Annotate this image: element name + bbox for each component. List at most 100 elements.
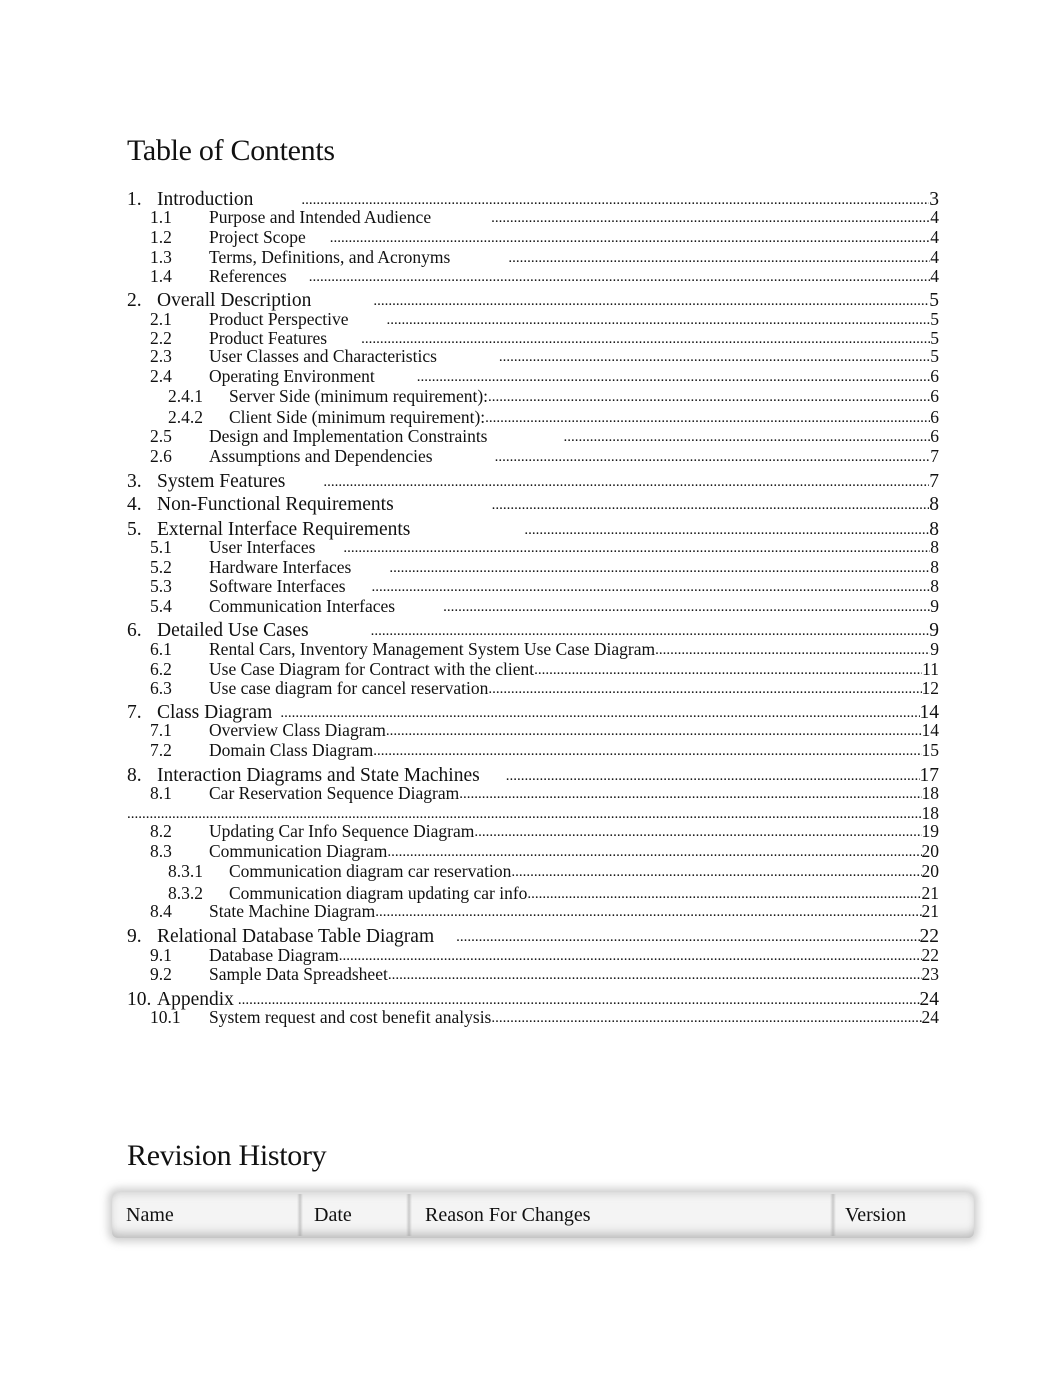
toc-entry[interactable]: 2.4.1 Server Side (minimum requirement): 6 [127,388,939,406]
toc-entry[interactable]: 9. Relational Database Table Diagram 22 [127,927,939,947]
toc-entry-title[interactable]: Class Diagram [157,703,272,723]
toc-entry-page-number: 17 [919,766,940,786]
toc-entry-title[interactable]: Overall Description [157,291,311,311]
toc-entry[interactable]: 1. Introduction 3 [127,190,939,210]
toc-entry-title[interactable]: Design and Implementation Constraints [209,428,488,446]
toc-entry-title[interactable]: Sample Data Spreadsheet [209,966,388,984]
toc-entry[interactable]: 7. Class Diagram 14 [127,703,939,723]
toc-entry[interactable]: 9.1 Database Diagram 22 [127,947,939,965]
toc-entry[interactable]: 9.2 Sample Data Spreadsheet 23 [127,966,939,984]
toc-entry[interactable]: 2.1 Product Perspective 5 [127,311,939,329]
toc-entry-title[interactable]: Interaction Diagrams and State Machines [157,766,480,786]
toc-entry[interactable]: 6.2 Use Case Diagram for Contract with th… [127,661,939,679]
toc-entry-title[interactable]: Non-Functional Requirements [157,495,394,515]
toc-entry[interactable]: 8.3.1 Communication diagram car reservati… [127,863,939,881]
toc-entry-page-number: 9 [930,641,939,659]
toc-dot-leader [511,865,921,880]
toc-entry[interactable]: 3. System Features 7 [127,472,939,492]
toc-entry[interactable]: 7.2 Domain Class Diagram 15 [127,742,939,760]
toc-entry[interactable]: 1.4 References 4 [127,268,939,286]
toc-entry[interactable]: 1.2 Project Scope 4 [127,229,939,247]
toc-entry[interactable]: 5.1 User Interfaces 8 [127,539,939,557]
toc-entry[interactable]: 5.3 Software Interfaces 8 [127,578,939,596]
toc-entry-number: 4. [127,495,142,515]
toc-entry[interactable]: 5.2 Hardware Interfaces 8 [127,559,939,577]
toc-entry[interactable]: 2.4.2 Client Side (minimum requirement): 6 [127,409,939,427]
toc-entry[interactable]: 10.Appendix 24 [127,990,939,1010]
toc-entry-title[interactable]: User Classes and Characteristics [209,348,437,366]
toc-entry-title[interactable]: System Features [157,472,285,492]
toc-entry-number: 1.4 [150,268,172,286]
toc-entry-page-number: 4 [930,229,939,247]
toc-entry-title[interactable]: Communication Interfaces [209,598,395,616]
toc-entry-title[interactable]: Introduction [157,190,253,210]
toc-entry-page-number: 8 [930,578,939,596]
toc-dot-leader [280,706,919,721]
toc-entry-number: 10. [127,990,152,1010]
toc-entry-title[interactable]: Updating Car Info Sequence Diagram [209,823,474,841]
toc-entry-title[interactable]: Appendix [157,990,234,1010]
toc-entry[interactable]: 8.2 Updating Car Info Sequence Diagram 19 [127,823,939,841]
toc-entry-title[interactable]: Car Reservation Sequence Diagram [209,785,459,803]
toc-entry[interactable]: 6.3 Use case diagram for cancel reservati… [127,680,939,698]
toc-entry-title[interactable]: Use Case Diagram for Contract with the c… [209,661,534,679]
toc-entry-title[interactable]: Domain Class Diagram [209,742,373,760]
toc-entry-title[interactable]: Hardware Interfaces [209,559,351,577]
toc-entry[interactable]: 2. Overall Description 5 [127,291,939,311]
toc-entry-title[interactable]: Communication Diagram [209,843,387,861]
toc-entry[interactable]: 18 [127,805,940,823]
toc-entry-page-number: 4 [930,249,939,267]
toc-entry[interactable]: 2.3 User Classes and Characteristics 5 [127,348,939,366]
toc-entry-page-number: 5 [929,291,939,311]
toc-entry[interactable]: 1.1 Purpose and Intended Audience 4 [127,209,939,227]
toc-entry-title[interactable]: Rental Cars, Inventory Management System… [209,641,655,659]
revision-history-heading: Revision History [127,1139,327,1172]
toc-entry-title[interactable]: User Interfaces [209,539,315,557]
toc-entry-title[interactable]: Product Features [209,330,327,348]
toc-entry[interactable]: 4. Non-Functional Requirements 8 [127,495,939,515]
toc-entry-title[interactable]: Project Scope [209,229,306,247]
toc-entry[interactable]: 6. Detailed Use Cases 9 [127,621,939,641]
toc-entry-title[interactable]: System request and cost benefit analysis [209,1009,491,1027]
toc-entry-page-number: 21 [921,903,940,921]
toc-entry[interactable]: 5.4 Communication Interfaces 9 [127,598,939,616]
toc-entry[interactable]: 2.5 Design and Implementation Constraints… [127,428,939,446]
toc-entry[interactable]: 6.1 Rental Cars, Inventory Management Sys… [127,641,939,659]
toc-entry-title[interactable]: Communication diagram updating car info [229,885,527,903]
toc-entry-title[interactable]: Database Diagram [209,947,339,965]
toc-entry[interactable]: 10.1 System request and cost benefit anal… [127,1009,939,1027]
toc-entry[interactable]: 8.1 Car Reservation Sequence Diagram 18 [127,785,939,803]
toc-dot-leader [330,231,931,246]
toc-entry[interactable]: 8.4 State Machine Diagram 21 [127,903,939,921]
toc-entry[interactable]: 8. Interaction Diagrams and State Machine… [127,766,939,786]
toc-entry[interactable]: 8.3 Communication Diagram 20 [127,843,939,861]
toc-entry[interactable]: 7.1 Overview Class Diagram 14 [127,722,939,740]
toc-entry[interactable]: 2.2 Product Features 5 [127,330,939,348]
toc-entry-title[interactable]: Operating Environment [209,368,375,386]
toc-entry[interactable]: 1.3 Terms, Definitions, and Acronyms 4 [127,249,939,267]
toc-entry[interactable]: 5. External Interface Requirements 8 [127,520,939,540]
toc-entry-title[interactable]: Assumptions and Dependencies [209,448,433,466]
toc-entry-title[interactable]: State Machine Diagram [209,903,375,921]
toc-entry-title[interactable]: Purpose and Intended Audience [209,209,431,227]
toc-entry-title[interactable]: External Interface Requirements [157,520,410,540]
toc-entry-page-number: 8 [929,520,939,540]
toc-entry-title[interactable]: Product Perspective [209,311,348,329]
toc-entry[interactable]: 8.3.2 Communication diagram updating car … [127,885,939,903]
toc-entry-title[interactable]: References [209,268,287,286]
toc-entry-number: 8.2 [150,823,172,841]
toc-entry-title[interactable]: Terms, Definitions, and Acronyms [209,249,450,267]
toc-entry-title[interactable]: Relational Database Table Diagram [157,927,434,947]
toc-entry-title[interactable]: Overview Class Diagram [209,722,386,740]
toc-entry[interactable]: 2.6 Assumptions and Dependencies 7 [127,448,939,466]
toc-entry-number: 1. [127,190,142,210]
toc-entry-title[interactable]: Server Side (minimum requirement): [229,388,488,406]
toc-entry-title[interactable]: Use case diagram for cancel reservation [209,680,488,698]
toc-entry-title[interactable]: Detailed Use Cases [157,621,309,641]
toc-entry-title[interactable]: Communication diagram car reservation [229,863,511,881]
toc-entry-number: 3. [127,472,142,492]
toc-entry[interactable]: 2.4 Operating Environment 6 [127,368,939,386]
toc-entry-page-number: 18 [921,805,940,823]
toc-entry-title[interactable]: Client Side (minimum requirement): [229,409,485,427]
toc-entry-title[interactable]: Software Interfaces [209,578,346,596]
